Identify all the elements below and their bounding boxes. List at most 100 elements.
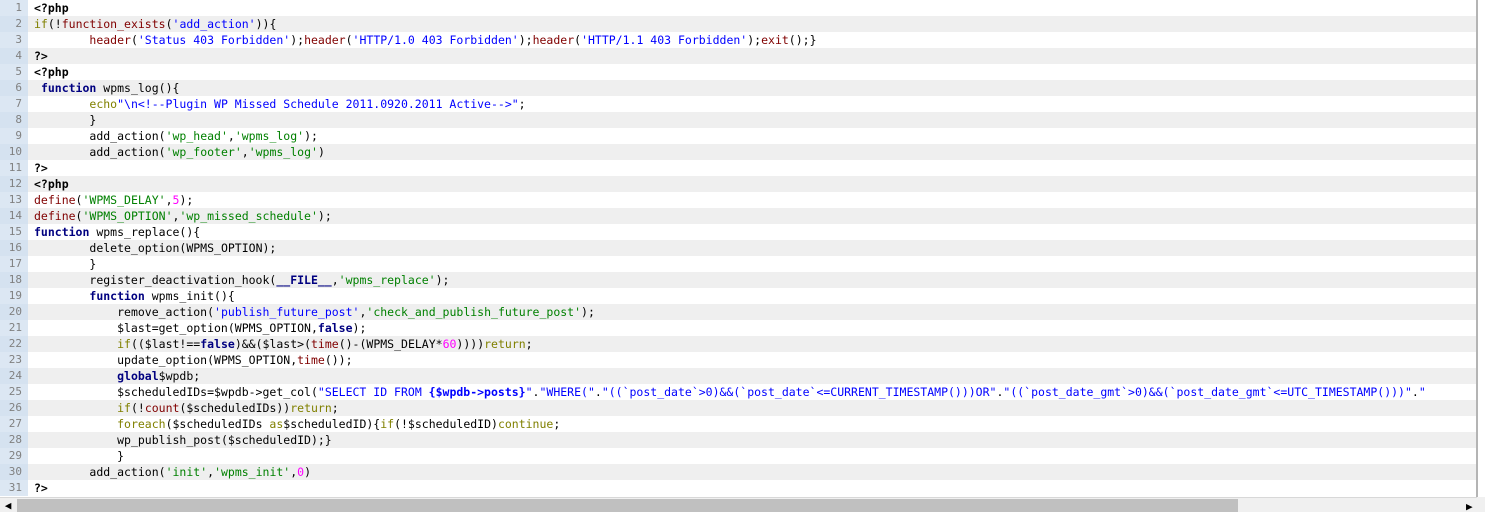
code-line[interactable]: 9 add_action('wp_head','wpms_log');: [0, 128, 1476, 144]
code-token: ($scheduledIDs)): [179, 401, 291, 415]
code-token: );: [179, 193, 194, 207]
code-line[interactable]: 31 ?>: [0, 480, 1476, 496]
horizontal-scrollbar[interactable]: ◀: [0, 497, 1477, 512]
code-token: ,: [227, 129, 235, 143]
horizontal-scrollbar-thumb[interactable]: [17, 499, 1238, 512]
code-line[interactable]: 25 $scheduledIDs=$wpdb->get_col("SELECT …: [0, 384, 1476, 400]
code-token: }: [34, 113, 97, 127]
horizontal-scrollbar-track[interactable]: [1238, 498, 1477, 512]
code-token: (WPMS_OPTION);: [179, 241, 277, 255]
code-line-text: }: [28, 256, 96, 272]
code-line[interactable]: 2 if(!function_exists('add_action')){: [0, 16, 1476, 32]
code-token: ;: [525, 337, 533, 351]
code-line[interactable]: 26 if(!count($scheduledIDs))return;: [0, 400, 1476, 416]
code-token: (WPMS_OPTION,: [207, 353, 298, 367]
line-number: 20: [0, 304, 28, 320]
code-line-text: }: [28, 112, 96, 128]
code-token: add_action: [89, 465, 159, 479]
line-number: 13: [0, 192, 28, 208]
code-token: header: [89, 33, 131, 47]
code-token: 'check_and_publish_future_post': [366, 305, 582, 319]
code-token: register_deactivation_hook: [89, 273, 270, 287]
code-line[interactable]: 8 }: [0, 112, 1476, 128]
line-number: 6: [0, 80, 28, 96]
code-token: 'init': [165, 465, 208, 479]
code-line[interactable]: 17 }: [0, 256, 1476, 272]
code-token: "WHERE(": [539, 385, 595, 399]
code-line[interactable]: 24 global$wpdb;: [0, 368, 1476, 384]
code-token: (: [158, 465, 166, 479]
line-number: 7: [0, 96, 28, 112]
code-line[interactable]: 11 ?>: [0, 160, 1476, 176]
code-line[interactable]: 7 echo"\n<!--Plugin WP Missed Schedule 2…: [0, 96, 1476, 112]
code-token: return: [290, 401, 332, 415]
code-line[interactable]: 12 <?php: [0, 176, 1476, 192]
code-line[interactable]: 28 wp_publish_post($scheduledID);}: [0, 432, 1476, 448]
code-token: ?>: [34, 161, 48, 175]
code-token: ;: [518, 97, 526, 111]
code-line[interactable]: 23 update_option(WPMS_OPTION,time());: [0, 352, 1476, 368]
line-number: 24: [0, 368, 28, 384]
code-line[interactable]: 19 function wpms_init(){: [0, 288, 1476, 304]
code-token: }: [34, 449, 125, 463]
line-number: 4: [0, 48, 28, 64]
code-token: define: [34, 209, 76, 223]
code-token: function: [34, 225, 90, 239]
code-line[interactable]: 10 add_action('wp_footer','wpms_log'): [0, 144, 1476, 160]
code-line[interactable]: 6 function wpms_log(){: [0, 80, 1476, 96]
code-line[interactable]: 20 remove_action('publish_future_post','…: [0, 304, 1476, 320]
line-number: 29: [0, 448, 28, 464]
line-number: 30: [0, 464, 28, 480]
code-token: );: [581, 305, 595, 319]
code-line[interactable]: 3 header('Status 403 Forbidden');header(…: [0, 32, 1476, 48]
code-line[interactable]: 27 foreach($scheduledIDs as$scheduledID)…: [0, 416, 1476, 432]
code-token: false: [317, 321, 353, 335]
code-token: wpms_init: [151, 289, 215, 303]
code-token: exit: [761, 33, 789, 47]
code-line[interactable]: 14 define('WPMS_OPTION','wp_missed_schedu…: [0, 208, 1476, 224]
code-line[interactable]: 21 $last=get_option(WPMS_OPTION,false);: [0, 320, 1476, 336]
code-token: delete_option: [89, 241, 180, 255]
code-line[interactable]: 1 <?php: [0, 0, 1476, 16]
code-line-text: if(!count($scheduledIDs))return;: [28, 400, 339, 416]
code-line-text: if(!function_exists('add_action')){: [28, 16, 276, 32]
code-token: (!$scheduledID): [394, 417, 498, 431]
code-token: );: [304, 129, 318, 143]
code-token: (: [207, 305, 215, 319]
code-line[interactable]: 15 function wpms_replace(){: [0, 224, 1476, 240]
code-line[interactable]: 4 ?>: [0, 48, 1476, 64]
code-line[interactable]: 18 register_deactivation_hook(__FILE__,'…: [0, 272, 1476, 288]
code-token: (!: [130, 401, 145, 415]
code-token: <?php: [34, 177, 69, 191]
code-token: ): [304, 465, 312, 479]
code-line-text: $last=get_option(WPMS_OPTION,false);: [28, 320, 366, 336]
line-number: 1: [0, 0, 28, 16]
code-line-text: ?>: [28, 160, 48, 176]
code-line[interactable]: 13 define('WPMS_DELAY',5);: [0, 192, 1476, 208]
code-token: wpms_log: [103, 81, 159, 95]
code-line-text: global$wpdb;: [28, 368, 200, 384]
code-line-text: header('Status 403 Forbidden');header('H…: [28, 32, 816, 48]
code-line[interactable]: 30 add_action('init','wpms_init',0): [0, 464, 1476, 480]
code-token: ());: [324, 353, 353, 367]
code-line[interactable]: 29 }: [0, 448, 1476, 464]
code-line[interactable]: 5 <?php: [0, 64, 1476, 80]
line-number: 21: [0, 320, 28, 336]
code-lines-container[interactable]: 1 <?php 2 if(!function_exists('add_action')…: [0, 0, 1477, 497]
code-token: 'HTTP/1.0 403 Forbidden': [352, 33, 519, 47]
line-number: 31: [0, 480, 28, 496]
code-token: ($scheduledID);}: [220, 433, 332, 447]
code-line[interactable]: 16 delete_option(WPMS_OPTION);: [0, 240, 1476, 256]
scroll-left-arrow-icon[interactable]: ◀: [0, 498, 16, 512]
code-token: 'wp_head': [165, 129, 228, 143]
code-token: 'wp_footer': [165, 145, 242, 159]
code-token: get_col: [262, 385, 311, 399]
code-token: (: [310, 385, 318, 399]
code-token: (: [345, 33, 353, 47]
code-line[interactable]: 22 if(($last!==false)&&($last>(time()-(W…: [0, 336, 1476, 352]
code-token: ;: [331, 401, 339, 415]
